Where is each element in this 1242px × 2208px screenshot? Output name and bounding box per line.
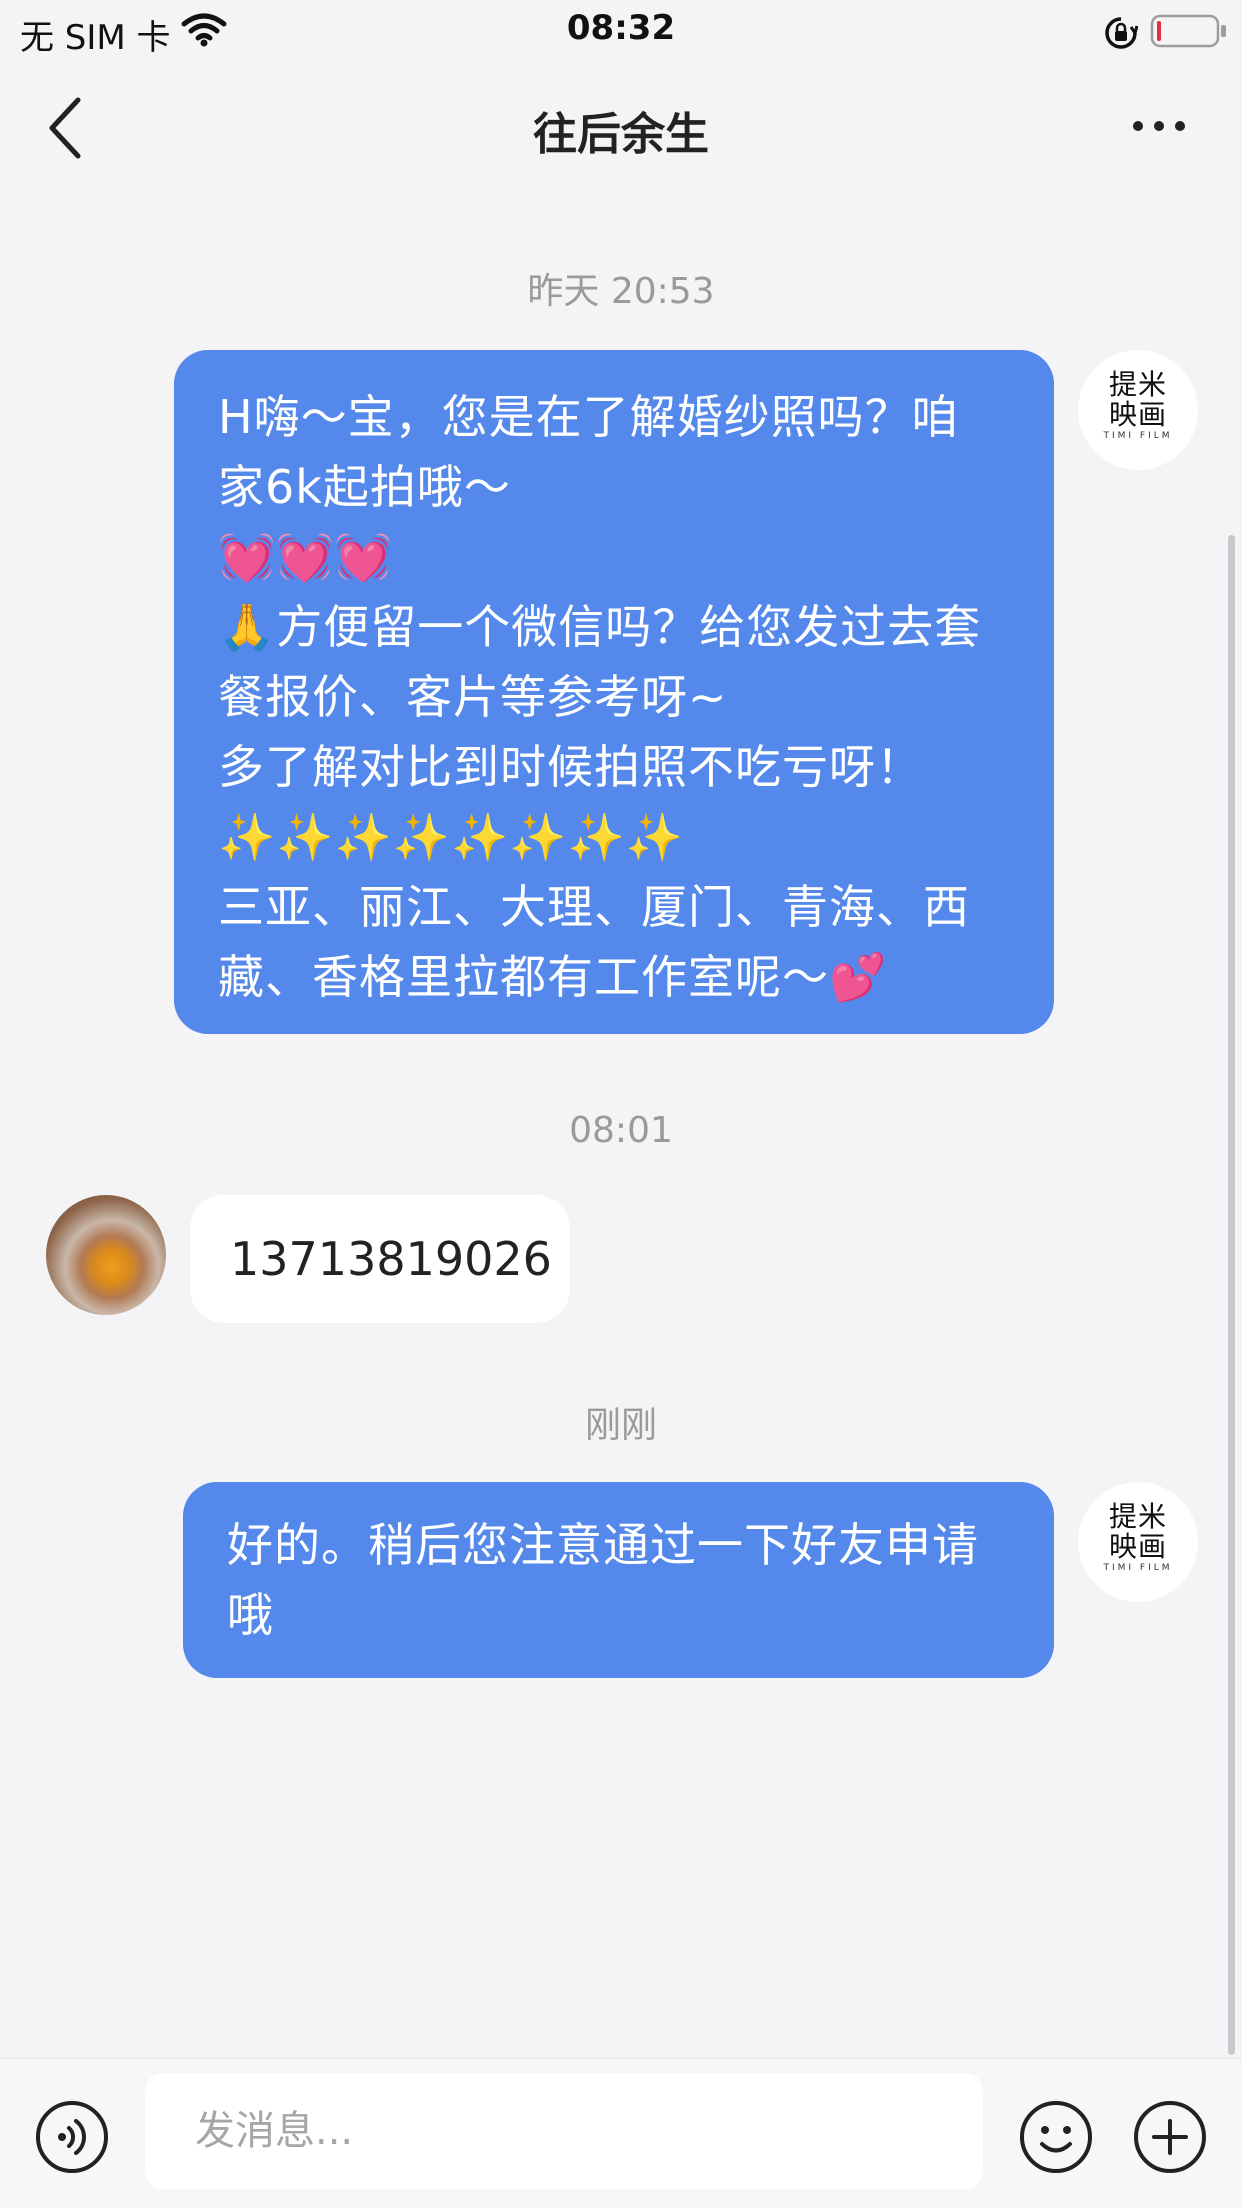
message-timestamp: 昨天 20:53 (527, 271, 715, 312)
message-line: 💓💓💓 (218, 530, 393, 584)
message-line: 三亚、丽江、大理、厦门、青海、西 (218, 880, 970, 934)
status-time: 08:32 (566, 8, 676, 48)
chat-screen: 无 SIM 卡 08:32 往后余生 昨天 20:53 H嗨～宝，您是在了解婚纱… (0, 0, 1242, 2208)
message-line: 🙏方便留一个微信吗？给您发过去套 (218, 600, 982, 654)
message-line: 多了解对比到时候拍照不吃亏呀！ (218, 740, 923, 794)
message-line: H嗨～宝，您是在了解婚纱照吗？咱 (218, 390, 959, 444)
message-timestamp: 08:01 (569, 1110, 673, 1151)
message-input[interactable] (145, 2073, 983, 2189)
brand-logo-line1: 提米 (1108, 368, 1167, 401)
incoming-message-bubble[interactable]: 13713819026 (190, 1195, 570, 1323)
brand-logo-sub: TIMI FILM (1103, 431, 1173, 441)
brand-avatar[interactable]: 提米 映画 TIMI FILM (1078, 1482, 1198, 1602)
voice-icon (36, 2101, 108, 2173)
message-text: 13713819026 (230, 1232, 552, 1286)
brand-logo-sub: TIMI FILM (1103, 1563, 1173, 1573)
rotation-lock-icon (1104, 16, 1139, 54)
brand-logo-line2: 映画 (1108, 1530, 1167, 1563)
message-line: 藏、香格里拉都有工作室呢～💕 (218, 950, 888, 1004)
emoji-button[interactable] (1018, 2099, 1094, 2175)
brand-logo-line2: 映画 (1108, 398, 1167, 431)
outgoing-message-bubble[interactable]: H嗨～宝，您是在了解婚纱照吗？咱 家6k起拍哦～ 💓💓💓 🙏方便留一个微信吗？给… (174, 350, 1054, 1034)
user-avatar[interactable] (46, 1195, 166, 1315)
message-line: ✨✨✨✨✨✨✨✨ (218, 810, 685, 864)
nav-bar: 往后余生 (0, 62, 1242, 192)
message-input-bar (0, 2058, 1242, 2208)
brand-logo-line1: 提米 (1108, 1500, 1167, 1533)
message-line: 好的。稍后您注意通过一下好友申请 (227, 1518, 979, 1572)
message-line: 家6k起拍哦～ (218, 460, 511, 514)
more-button[interactable] (1124, 106, 1194, 146)
chat-title: 往后余生 (533, 109, 709, 160)
more-dots-icon (1133, 121, 1185, 131)
scrollbar[interactable] (1228, 535, 1235, 2055)
message-line: 餐报价、客片等参考呀~ (218, 670, 728, 724)
brand-avatar[interactable]: 提米 映画 TIMI FILM (1078, 350, 1198, 470)
battery-icon (1150, 14, 1228, 52)
outgoing-message-bubble[interactable]: 好的。稍后您注意通过一下好友申请 哦 (183, 1482, 1054, 1678)
message-line: 哦 (227, 1588, 274, 1642)
status-bar: 无 SIM 卡 08:32 (0, 0, 1242, 62)
plus-button[interactable] (1132, 2099, 1208, 2175)
voice-button[interactable] (34, 2099, 110, 2175)
message-timestamp: 刚刚 (584, 1405, 657, 1446)
emoji-icon (1020, 2101, 1092, 2173)
plus-icon (1134, 2101, 1206, 2173)
